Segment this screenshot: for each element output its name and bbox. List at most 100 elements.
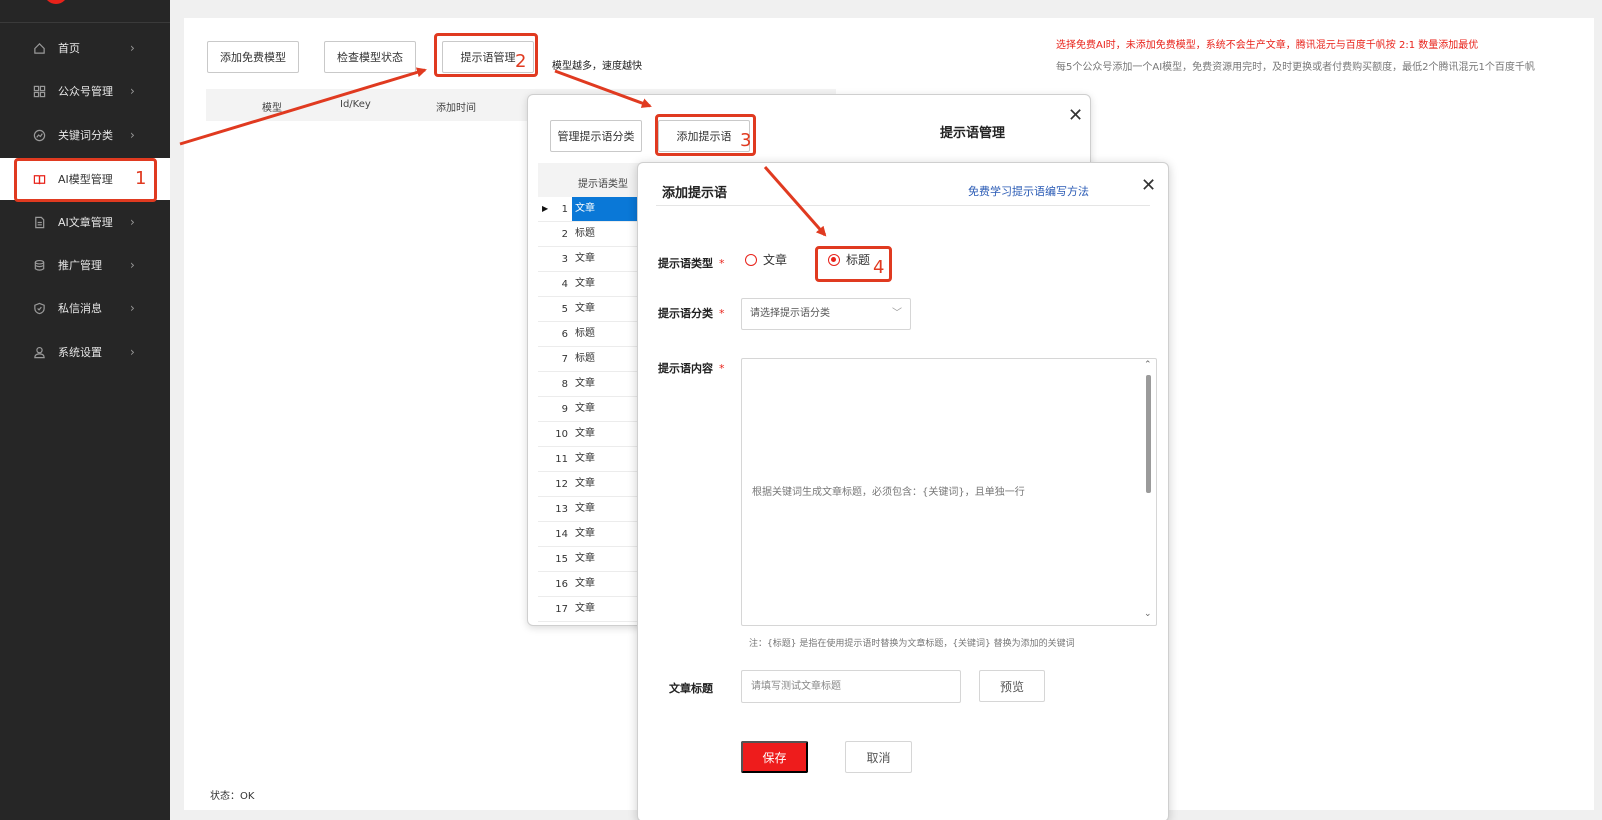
row-index: 4 [561,279,568,290]
chevron-right-icon: › [130,345,135,359]
radio-article[interactable]: 文章 [745,251,787,268]
annotation-number: 2 [515,51,527,72]
row-index: 15 [555,554,568,565]
table-row[interactable]: 13 文章 [538,497,648,522]
sidebar-item-messages[interactable]: 私信消息 › [0,288,170,328]
logo [44,0,68,4]
table-row[interactable]: 10 文章 [538,422,648,447]
sidebar-divider [0,22,170,23]
row-index: 8 [561,379,568,390]
table-row[interactable]: 6 标题 [538,322,648,347]
sidebar-item-label: 推广管理 [58,259,102,272]
sidebar-item-ai-articles[interactable]: AI文章管理 › [0,202,170,242]
dialog-title: 添加提示语 [662,186,728,201]
prompt-table: 提示语类型 ▶ 1 文章 2 标题 3 文章 4 文章 5 文章 6 标题 7 标题 8 文章 9 文章 10 文章 11… [538,163,648,623]
sidebar-item-keywords[interactable]: 关键词分类 › [0,115,170,155]
table-row[interactable]: 16 文章 [538,572,648,597]
row-index: 14 [555,529,568,540]
sidebar-item-home[interactable]: 首页 › [0,28,170,68]
table-row[interactable]: 11 文章 [538,447,648,472]
row-index: 13 [555,504,568,515]
chevron-up-icon[interactable]: ⌃ [1144,360,1152,370]
user-icon [32,345,46,359]
toolbar-tip: 模型越多，速度越快 [552,61,642,72]
table-row[interactable]: 15 文章 [538,547,648,572]
sidebar-item-label: 系统设置 [58,346,102,359]
document-icon [32,215,46,229]
prompt-content-textarea[interactable]: 根据关键词生成文章标题，必须包含：{关键词}，且单独一行 ⌃ ⌄ [741,358,1157,626]
row-index: 5 [561,304,568,315]
column-id-key: Id/Key [340,99,371,110]
annotation-number: 1 [135,168,147,189]
add-free-model-button[interactable]: 添加免费模型 [207,41,299,73]
row-index: 10 [555,429,568,440]
article-title-input[interactable]: 请填写测试文章标题 [741,670,961,703]
table-row[interactable]: 3 文章 [538,247,648,272]
table-row[interactable]: 2 标题 [538,222,648,247]
sidebar-item-label: 公众号管理 [58,85,113,98]
annotation-number: 3 [740,130,752,151]
prompt-table-header: 提示语类型 [538,163,648,197]
status-text: 状态：OK [210,791,255,802]
select-placeholder: 请选择提示语分类 [750,308,830,319]
row-index: 16 [555,579,568,590]
prompt-content-label: 提示语内容 * [658,360,725,376]
learn-prompt-link[interactable]: 免费学习提示语编写方法 [968,183,1089,199]
sidebar-item-accounts[interactable]: 公众号管理 › [0,71,170,111]
prompt-type-label: 提示语类型 * [658,255,725,271]
row-index: 9 [561,404,568,415]
home-icon [32,41,46,55]
column-prompt-type: 提示语类型 [578,179,628,190]
dialog-title: 提示语管理 [940,126,1006,141]
row-index: 17 [555,604,568,615]
table-row[interactable]: 9 文章 [538,397,648,422]
row-index: 6 [561,329,568,340]
chevron-right-icon: › [130,84,135,98]
table-row[interactable]: 14 文章 [538,522,648,547]
sidebar: 首页 › 公众号管理 › 关键词分类 › AI模型管理 AI文章管理 › 推广管… [0,0,170,820]
annotation-number: 4 [873,257,885,278]
scrollbar[interactable]: ⌃ ⌄ [1142,359,1156,625]
column-model: 模型 [262,103,282,114]
prompt-category-select[interactable]: 请选择提示语分类 ﹀ [741,298,911,330]
add-prompt-dialog: 添加提示语 免费学习提示语编写方法 ✕ 提示语类型 * 文章 标题 提示语分类 * … [637,162,1169,820]
sidebar-item-label: 首页 [58,42,80,55]
table-row[interactable]: 5 文章 [538,297,648,322]
required-mark: * [719,257,725,270]
required-mark: * [719,307,725,320]
label-text: 提示语分类 [658,307,713,320]
chevron-down-icon[interactable]: ⌄ [1144,609,1152,619]
row-index: 1 [561,204,568,215]
table-row[interactable]: 4 文章 [538,272,648,297]
check-model-status-button[interactable]: 检查模型状态 [324,41,416,73]
save-button[interactable]: 保存 [741,741,808,773]
table-row[interactable]: ▶ 1 文章 [538,197,648,222]
sidebar-item-promotion[interactable]: 推广管理 › [0,245,170,285]
table-row[interactable]: 7 标题 [538,347,648,372]
prompt-category-label: 提示语分类 * [658,305,725,321]
scrollbar-thumb[interactable] [1146,375,1151,493]
radio-label: 文章 [763,253,788,267]
manage-category-button[interactable]: 管理提示语分类 [550,120,642,152]
chevron-down-icon: ﹀ [892,308,902,319]
sidebar-item-label: 关键词分类 [58,129,113,142]
close-icon[interactable]: ✕ [1141,177,1156,195]
table-row[interactable]: 17 文章 [538,597,648,622]
database-icon [32,258,46,272]
preview-button[interactable]: 预览 [979,670,1045,702]
sidebar-item-label: 私信消息 [58,302,102,315]
sidebar-item-settings[interactable]: 系统设置 › [0,332,170,372]
grid-icon [32,84,46,98]
cancel-button[interactable]: 取消 [845,741,912,773]
prompt-note: 注：{标题} 是指在使用提示语时替换为文章标题，{关键词} 替换为添加的关键词 [749,639,1075,649]
chevron-right-icon: › [130,258,135,272]
chevron-right-icon: › [130,41,135,55]
dialog-divider [656,205,1150,206]
label-text: 提示语类型 [658,257,713,270]
sidebar-item-label: AI文章管理 [58,216,113,229]
radio-circle-icon [745,253,757,266]
row-index: 7 [561,354,568,365]
table-row[interactable]: 8 文章 [538,372,648,397]
close-icon[interactable]: ✕ [1068,107,1083,125]
table-row[interactable]: 12 文章 [538,472,648,497]
